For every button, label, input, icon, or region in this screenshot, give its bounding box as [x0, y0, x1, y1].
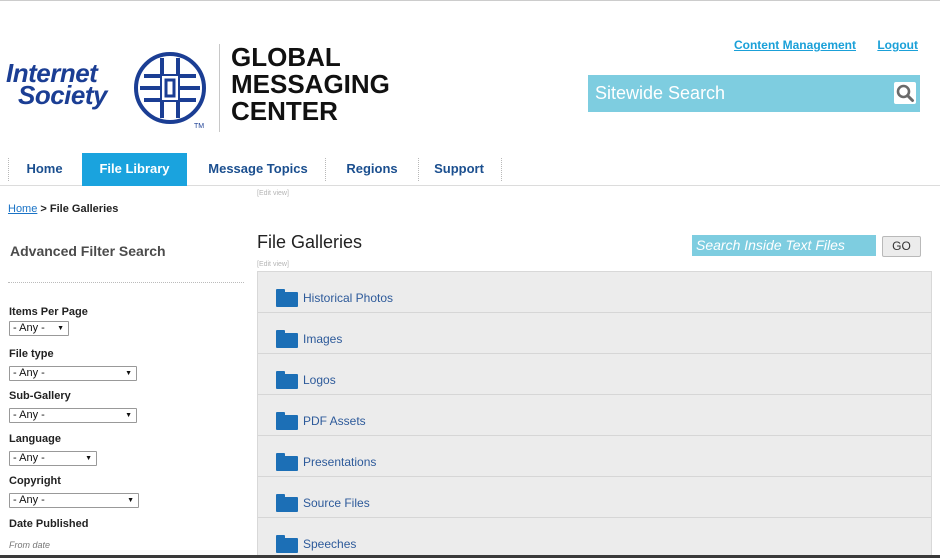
search-icon: [896, 84, 914, 102]
nav-message-topics[interactable]: Message Topics: [198, 153, 318, 186]
sub-gallery-value: - Any -: [13, 409, 45, 421]
copyright-value: - Any -: [13, 494, 45, 506]
from-date-label: From date: [9, 540, 51, 550]
filter-label-copyright: Copyright: [9, 475, 61, 487]
breadcrumb-separator: >: [37, 203, 50, 215]
gallery-item-label: Logos: [303, 373, 336, 387]
top-links: Content Management Logout: [716, 38, 918, 52]
gallery-item-label: Historical Photos: [303, 291, 394, 305]
folder-icon: [276, 494, 298, 512]
items-per-page-select[interactable]: - Any - ▼: [9, 321, 69, 336]
gallery-item-source-files[interactable]: Source Files: [258, 477, 931, 518]
site-title-line2: MESSAGING: [231, 69, 390, 99]
gallery-item-label: Images: [303, 332, 343, 346]
internet-society-logo[interactable]: Internet Society TM: [6, 46, 211, 134]
gallery-item-images[interactable]: Images: [258, 313, 931, 354]
dropdown-arrow-icon: ▼: [125, 370, 132, 377]
page-title: File Galleries: [257, 232, 363, 252]
isoc-globe-icon: TM: [134, 52, 206, 130]
content-management-link[interactable]: Content Management: [734, 38, 856, 52]
edit-view-link[interactable]: [Edit view]: [257, 190, 289, 197]
nav-separator: [501, 158, 502, 181]
filter-label-file-type: File type: [9, 348, 54, 360]
nav-home[interactable]: Home: [9, 153, 80, 186]
text-files-search-input[interactable]: Search Inside Text Files: [692, 235, 876, 256]
site-title: GLOBAL MESSAGING CENTER: [231, 44, 390, 125]
logout-link[interactable]: Logout: [877, 38, 918, 52]
nav-separator: [325, 158, 326, 181]
gallery-list: Historical Photos Images Logos PDF Asset…: [257, 271, 932, 558]
file-type-select[interactable]: - Any - ▼: [9, 366, 137, 381]
language-select[interactable]: - Any - ▼: [9, 451, 97, 466]
logo-tm: TM: [194, 123, 204, 130]
advanced-filter-title: Advanced Filter Search: [10, 243, 166, 259]
filter-label-items-per-page: Items Per Page: [9, 306, 88, 318]
logo-divider: [219, 44, 220, 132]
dropdown-arrow-icon: ▼: [125, 412, 132, 419]
gallery-item-logos[interactable]: Logos: [258, 354, 931, 395]
sub-gallery-select[interactable]: - Any - ▼: [9, 408, 137, 423]
logo-text-society: Society: [18, 80, 108, 110]
gallery-item-label: Presentations: [303, 455, 377, 469]
nav-support[interactable]: Support: [424, 153, 494, 186]
filter-label-date-published: Date Published: [9, 518, 89, 530]
search-button[interactable]: [894, 82, 916, 104]
go-button[interactable]: GO: [882, 236, 921, 257]
gallery-item-speeches[interactable]: Speeches: [258, 518, 931, 557]
gallery-item-label: Source Files: [303, 496, 370, 510]
nav-regions[interactable]: Regions: [333, 153, 411, 186]
sidebar-divider: [8, 282, 244, 283]
filter-label-sub-gallery: Sub-Gallery: [9, 390, 71, 402]
copyright-select[interactable]: - Any - ▼: [9, 493, 139, 508]
site-title-line3: CENTER: [231, 96, 338, 126]
dropdown-arrow-icon: ▼: [57, 325, 64, 332]
sitewide-search: [588, 75, 920, 112]
items-per-page-value: - Any -: [13, 322, 45, 334]
gallery-item-historical-photos[interactable]: Historical Photos: [258, 272, 931, 313]
top-border: [0, 0, 940, 1]
folder-icon: [276, 289, 298, 307]
breadcrumb-home-link[interactable]: Home: [8, 203, 37, 215]
filter-label-language: Language: [9, 433, 61, 445]
gallery-item-presentations[interactable]: Presentations: [258, 436, 931, 477]
sitewide-search-input[interactable]: [588, 75, 878, 112]
file-type-value: - Any -: [13, 367, 45, 379]
nav-file-library[interactable]: File Library: [82, 153, 187, 186]
breadcrumb-current: File Galleries: [49, 203, 119, 215]
breadcrumb: Home > File Galleries: [8, 203, 118, 215]
dropdown-arrow-icon: ▼: [85, 455, 92, 462]
main-nav: Home File Library Message Topics Regions…: [0, 153, 940, 186]
folder-icon: [276, 453, 298, 471]
gallery-item-pdf-assets[interactable]: PDF Assets: [258, 395, 931, 436]
edit-view-link[interactable]: [Edit view]: [257, 261, 289, 268]
gallery-item-label: Speeches: [303, 537, 357, 551]
folder-icon: [276, 535, 298, 553]
dropdown-arrow-icon: ▼: [127, 497, 134, 504]
folder-icon: [276, 412, 298, 430]
language-value: - Any -: [13, 452, 45, 464]
folder-icon: [276, 330, 298, 348]
site-title-line1: GLOBAL: [231, 42, 341, 72]
folder-icon: [276, 371, 298, 389]
nav-separator: [418, 158, 419, 181]
gallery-item-label: PDF Assets: [303, 414, 366, 428]
